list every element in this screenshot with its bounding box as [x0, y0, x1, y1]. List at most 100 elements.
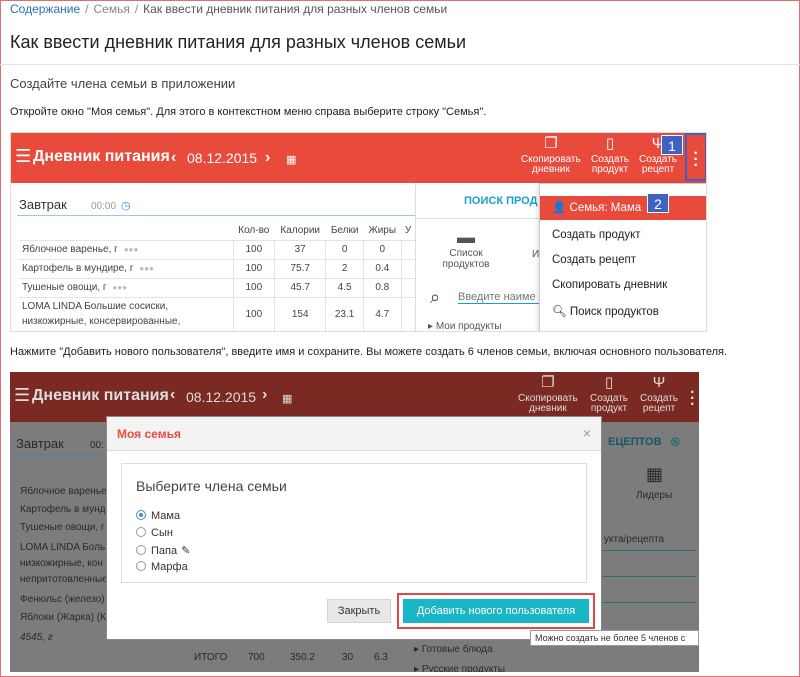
calendar-icon: ▦: [282, 393, 293, 405]
bg-food-row: Яблочное варенье: [20, 486, 107, 497]
hamburger-menu-icon[interactable]: ☰: [15, 146, 31, 167]
column-header: Белки: [330, 224, 359, 236]
tooltip: Можно создать не более 5 членов с: [530, 630, 699, 646]
create-product-button: ▯ Создать продукт: [590, 374, 629, 414]
total-value: 6.3: [374, 652, 388, 663]
radio-selected[interactable]: [136, 510, 146, 520]
screenshot-diary-menu: ☰ Дневник питания ‹ 08.12.2015 › ▦ ❐ Ско…: [10, 132, 707, 332]
breadcrumb-link-contents[interactable]: Содержание: [10, 2, 80, 16]
meal-time: 00:00: [91, 201, 117, 212]
food-name-line2: низкожирные, консервированные,: [22, 316, 181, 328]
chevron-right-icon: ›: [262, 386, 268, 403]
bg-food-row: Яблоки (Жарка) (К: [20, 612, 106, 623]
bg-food-row: LOMA LINDA Боль: [20, 542, 106, 553]
app-header-dimmed: ☰ Дневник питания ‹ 08.12.2015 › ▦ ❐ Ско…: [10, 372, 699, 422]
close-icon[interactable]: ×: [583, 425, 591, 441]
table-row[interactable]: Тушеные овощи, г ●●● 100 45.7 4.5 0.8: [19, 277, 415, 297]
table-cell: 0: [362, 239, 402, 259]
add-button-highlight: Добавить нового пользователя: [397, 593, 595, 629]
table-row[interactable]: Картофель в мундире, г ●●● 100 75.7 2 0.4: [19, 258, 415, 278]
context-menu: 👤 Семья: Мама Создать продукт Создать ре…: [539, 183, 706, 331]
column-header: Калории: [280, 224, 320, 236]
meal-title: Завтрак: [19, 197, 67, 212]
table-cell: 100: [232, 239, 275, 259]
menu-item-create-recipe[interactable]: Создать рецепт: [552, 254, 636, 266]
menu-item-search-products[interactable]: 🔍︎ Поиск продуктов: [552, 304, 659, 318]
app-header: ☰ Дневник питания ‹ 08.12.2015 › ▦ ❐ Ско…: [11, 133, 706, 183]
menu-item-copy-diary[interactable]: Скопировать дневник: [552, 279, 667, 291]
food-table: Кол-во Калории Белки Жиры У Яблочное вар…: [19, 221, 415, 331]
radio[interactable]: [136, 545, 146, 555]
search-icon[interactable]: ⌕: [430, 287, 440, 308]
table-cell: 45.7: [274, 277, 326, 297]
food-name: Яблочное варенье, г: [22, 244, 118, 255]
copy-diary-button: ❐ Скопировать дневник: [518, 374, 578, 414]
diary-date: 08.12.2015: [187, 150, 258, 166]
bg-category: ▸ Готовые блюда: [414, 644, 493, 655]
diary-date: 08.12.2015: [186, 389, 257, 405]
table-cell: 75.7: [274, 258, 326, 278]
table-cell: 154: [274, 296, 326, 331]
pencil-icon[interactable]: ✎: [181, 545, 190, 557]
bg-category: ▸ Русские продукты: [414, 664, 506, 672]
user-icon: 👤: [552, 202, 567, 214]
close-button[interactable]: Закрыть: [327, 599, 391, 623]
tab-product-search[interactable]: ПОИСК ПРОД: [464, 195, 537, 207]
table-row[interactable]: Яблочное варенье, г ●●● 100 37 0 0: [19, 239, 415, 259]
chevron-right-icon[interactable]: ›: [265, 149, 270, 167]
member-option-son[interactable]: Сын: [136, 527, 173, 539]
member-option-dad[interactable]: Папа ✎: [136, 544, 190, 557]
more-dots-icon[interactable]: ●●●: [124, 245, 139, 254]
more-dots-icon[interactable]: ●●●: [139, 264, 154, 273]
table-cell: 37: [274, 239, 326, 259]
breadcrumb-link-family[interactable]: Семья: [93, 2, 129, 16]
table-cell: 0: [325, 239, 364, 259]
instruction-1: Откройте окно "Моя семья". Для этого в к…: [10, 106, 487, 118]
document-icon: ▯: [605, 135, 615, 152]
table-cell: 0.4: [362, 258, 402, 278]
kebab-menu-icon[interactable]: · · ·: [693, 146, 699, 174]
calendar-icon[interactable]: ▦: [286, 153, 296, 166]
dialog-prompt: Выберите члена семьи: [136, 478, 287, 494]
table-cell: 100: [232, 277, 275, 297]
my-products-label[interactable]: ▸ Мои продукты: [428, 321, 502, 331]
document-icon: ▯: [604, 374, 614, 391]
breadcrumb-separator: /: [85, 2, 89, 16]
breadcrumb-current: Как ввести дневник питания для разных чл…: [143, 2, 448, 16]
food-name: Тушеные овощи, г: [22, 282, 107, 293]
callout-badge-2: 2: [647, 193, 669, 213]
product-list-button[interactable]: ▬ Список продуктов: [426, 227, 506, 270]
member-list-box: Выберите члена семьи Мама Сын Папа ✎ Марф…: [121, 463, 587, 583]
meal-underline: [17, 215, 415, 216]
total-value: 30: [342, 652, 354, 663]
radio[interactable]: [136, 527, 146, 537]
chevron-left-icon: ‹: [170, 386, 176, 403]
kebab-menu-icon: · · ·: [690, 384, 696, 413]
breadcrumb-separator: /: [134, 2, 139, 16]
total-value: 350.2: [290, 652, 316, 663]
table-header-name: [19, 221, 233, 240]
family-dialog: Моя семья × Выберите члена семьи Мама Сы…: [106, 416, 602, 640]
table-cell: 100: [232, 296, 275, 331]
table-cell: 0.8: [362, 277, 402, 297]
menu-item-create-product[interactable]: Создать продукт: [552, 229, 641, 241]
dialog-title: Моя семья: [117, 427, 181, 441]
bg-food-row: 4545, г: [20, 632, 53, 643]
create-product-button[interactable]: ▯ Создать продукт: [591, 135, 629, 175]
clock-icon[interactable]: ◷: [121, 199, 131, 212]
radio[interactable]: [136, 561, 146, 571]
column-header: Жиры: [368, 224, 397, 236]
copy-diary-button[interactable]: ❐ Скопировать дневник: [521, 135, 581, 175]
callout-badge-1: 1: [661, 135, 683, 155]
divider: [0, 64, 800, 65]
chevron-left-icon[interactable]: ‹: [171, 149, 176, 167]
table-row[interactable]: LOMA LINDA Большие сосиски, низкожирные, …: [19, 296, 415, 331]
member-option-mom[interactable]: Мама: [136, 510, 180, 522]
menu-item-family[interactable]: 👤 Семья: Мама: [540, 196, 706, 220]
calculator-icon: ▦: [646, 464, 664, 484]
member-option-marfa[interactable]: Марфа: [136, 561, 188, 573]
more-dots-icon[interactable]: ●●●: [113, 283, 128, 292]
column-header: Кол-во: [238, 224, 270, 236]
screenshot-family-dialog: ☰ Дневник питания ‹ 08.12.2015 › ▦ ❐ Ско…: [10, 372, 699, 672]
add-new-user-button[interactable]: Добавить нового пользователя: [403, 599, 589, 623]
